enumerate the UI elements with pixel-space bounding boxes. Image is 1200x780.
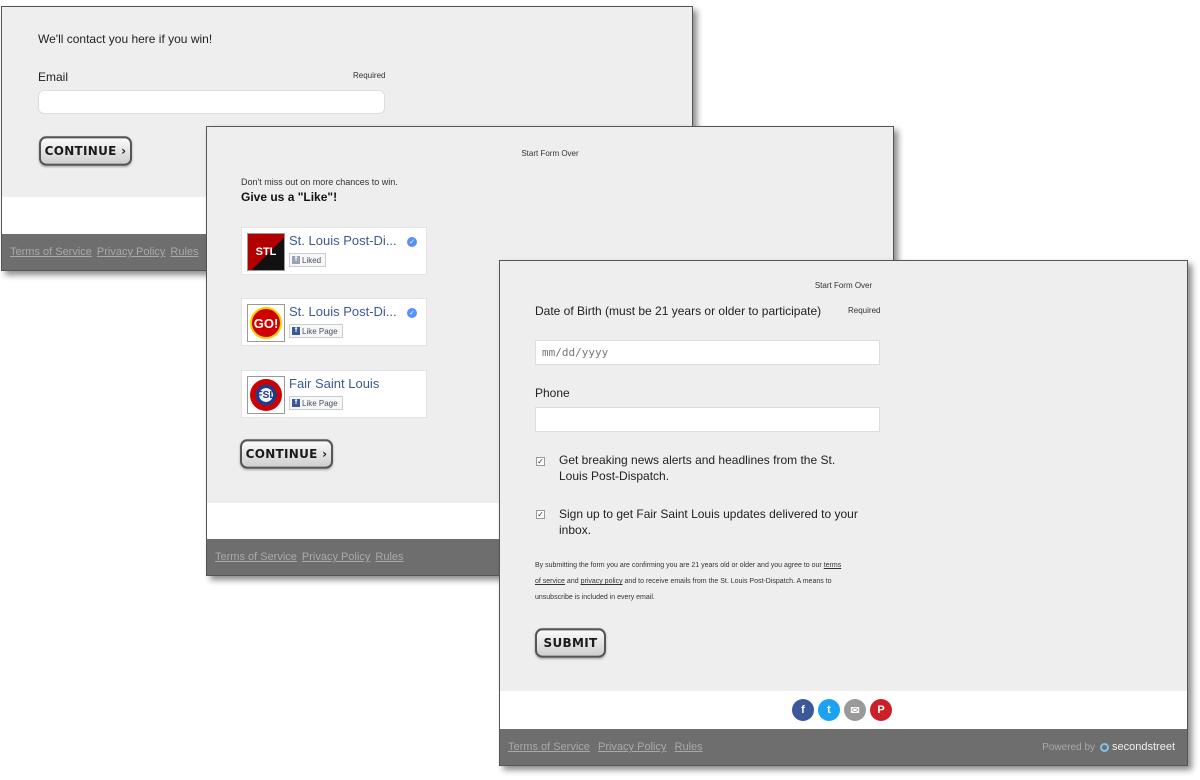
rules-link[interactable]: Rules (170, 246, 198, 258)
news-alerts-label: Get breaking news alerts and headlines f… (559, 453, 836, 483)
fsl-logo-text: FSL (250, 379, 282, 411)
powered-by: Powered by secondstreet (1042, 741, 1175, 753)
start-form-over-link[interactable]: Start Form Over (500, 281, 1187, 290)
missout-text: Don't miss out on more chances to win. (241, 177, 398, 187)
legal-text: By submitting the form you are confirmin… (535, 558, 845, 606)
fb-page-name[interactable]: St. Louis Post-Di... (289, 304, 397, 319)
fb-button-label: Like Page (302, 326, 338, 336)
submit-button[interactable]: SUBMIT (535, 628, 606, 658)
legal-text-part2: and to receive emails from the St. Louis… (535, 578, 832, 601)
terms-of-service-link[interactable]: Terms of Service (508, 741, 590, 753)
facebook-f-icon: f (292, 327, 300, 335)
secondstreet-brand[interactable]: secondstreet (1100, 741, 1175, 753)
privacy-policy-link[interactable]: Privacy Policy (302, 551, 370, 563)
fb-liked-button[interactable]: f Liked (289, 253, 327, 267)
fb-button-label: Liked (302, 255, 322, 265)
facebook-f-icon: f (292, 256, 300, 264)
phone-label: Phone (535, 386, 570, 400)
continue-button[interactable]: CONTINUE › (39, 136, 132, 166)
privacy-policy-link[interactable]: privacy policy (581, 578, 623, 585)
terms-of-service-link[interactable]: Terms of Service (10, 246, 92, 258)
powered-by-label: Powered by (1042, 741, 1096, 753)
contact-heading: We'll contact you here if you win! (38, 32, 213, 46)
like-prompt: Give us a "Like"! (241, 190, 338, 204)
secondstreet-logo-icon (1100, 742, 1110, 752)
fair-updates-label: Sign up to get Fair Saint Louis updates … (559, 507, 858, 537)
rules-link[interactable]: Rules (375, 551, 403, 563)
footer-links: Terms of Service Privacy Policy Rules (508, 741, 708, 753)
fair-saint-louis-logo-icon[interactable]: FSL (247, 376, 285, 414)
twitter-icon[interactable]: t (818, 699, 840, 721)
dob-input[interactable]: mm/dd/yyyy (535, 340, 880, 365)
email-input[interactable] (38, 90, 385, 114)
fb-page-card: STL St. Louis Post-Di... ✓ f Liked (241, 227, 427, 275)
fb-like-page-button[interactable]: f Like Page (289, 324, 343, 338)
privacy-policy-link[interactable]: Privacy Policy (97, 246, 165, 258)
footer: Terms of Service Privacy Policy Rules Po… (500, 729, 1187, 765)
continue-button[interactable]: CONTINUE › (240, 439, 333, 469)
rules-link[interactable]: Rules (675, 741, 703, 753)
fb-page-name[interactable]: Fair Saint Louis (289, 376, 379, 391)
fair-updates-checkbox[interactable]: ✓ (536, 510, 545, 519)
start-form-over-link[interactable]: Start Form Over (207, 149, 893, 158)
privacy-policy-link[interactable]: Privacy Policy (598, 741, 666, 753)
verified-badge-icon: ✓ (407, 308, 417, 318)
phone-input[interactable] (535, 407, 880, 432)
stltoday-logo-icon[interactable]: STL (247, 233, 285, 271)
facebook-f-icon: f (292, 399, 300, 407)
dob-required-label: Required (848, 306, 881, 315)
go-logo-text: GO! (250, 307, 282, 339)
legal-text-part1: By submitting the form you are confirmin… (535, 562, 822, 569)
email-label: Email (38, 70, 69, 84)
terms-of-service-link[interactable]: Terms of Service (215, 551, 297, 563)
fb-page-card: GO! St. Louis Post-Di... ✓ f Like Page (241, 298, 427, 346)
email-icon[interactable]: ✉ (844, 699, 866, 721)
go-logo-icon[interactable]: GO! (247, 304, 285, 342)
pinterest-icon[interactable]: P (870, 699, 892, 721)
fb-like-page-button[interactable]: f Like Page (289, 396, 343, 410)
dob-label: Date of Birth (must be 21 years or older… (535, 304, 822, 318)
fb-button-label: Like Page (302, 398, 338, 408)
fb-page-card: FSL Fair Saint Louis f Like Page (241, 370, 427, 418)
social-share-bar: f t ✉ P (792, 699, 892, 721)
email-required-label: Required (353, 71, 386, 80)
verified-badge-icon: ✓ (407, 237, 417, 247)
news-alerts-checkbox[interactable]: ✓ (536, 457, 545, 466)
details-form-panel: Start Form Over Date of Birth (must be 2… (499, 260, 1188, 766)
brand-name: secondstreet (1112, 741, 1175, 753)
facebook-icon[interactable]: f (792, 699, 814, 721)
fb-page-name[interactable]: St. Louis Post-Di... (289, 233, 397, 248)
legal-and: and (566, 578, 579, 585)
